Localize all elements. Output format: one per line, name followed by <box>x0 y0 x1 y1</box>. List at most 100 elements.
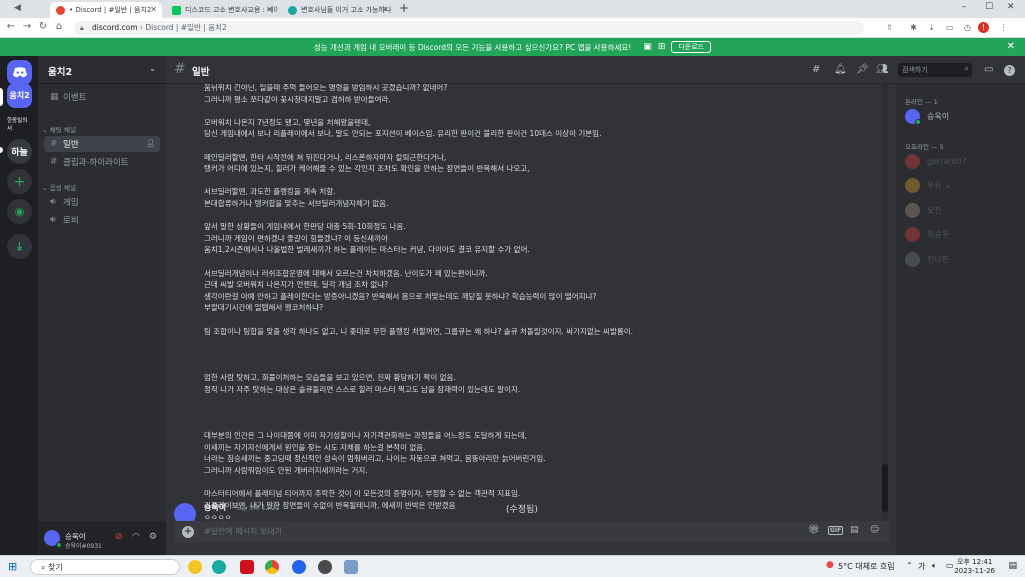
message-timestamp: 오늘 오후 12:21 <box>236 505 280 512</box>
channel-title: 일반 <box>192 67 210 78</box>
member-list-icon[interactable]: 👥︎ <box>876 64 889 75</box>
gift-icon[interactable]: 🎁︎ <box>808 525 819 535</box>
new-tab-button[interactable]: + <box>399 1 409 15</box>
member-item[interactable]: gerrard07 <box>905 152 1020 170</box>
member-item[interactable]: 우유 ☕ <box>905 177 1020 195</box>
app-icon[interactable] <box>344 560 358 574</box>
home-icon[interactable]: ⌂ <box>52 21 66 32</box>
add-server-icon: + <box>13 173 26 190</box>
windows-start-icon[interactable]: ⊞ <box>8 560 17 573</box>
message-line: 정작 니가 자주 탓하는 대상은 솔큐돌리면 스스로 힐러 마스터 찍고도 남을… <box>204 384 521 394</box>
sticker-icon[interactable]: ▤ <box>850 525 859 535</box>
inbox-icon[interactable]: ▭ <box>984 64 993 75</box>
minimize-button[interactable]: – <box>962 2 967 12</box>
back-arrow-icon[interactable]: ← <box>4 21 18 32</box>
explore-servers-icon[interactable]: ◉ <box>7 199 32 224</box>
app-icon[interactable] <box>212 560 226 574</box>
weather-text[interactable]: 5°C 대체로 흐림 <box>838 561 895 572</box>
events-item[interactable]: ▦ 이벤트 <box>44 89 160 105</box>
browser-tab-strip: • Discord | #일반 | 움치2 ✕ 디스코드 고소 변호사교용 : … <box>0 0 1025 18</box>
hash-icon: # <box>174 61 186 77</box>
member-item[interactable]: 킨나린 <box>905 250 1020 268</box>
chevron-down-icon[interactable]: ⌄ <box>149 64 156 73</box>
mic-muted-icon[interactable]: ⊘ <box>115 532 123 542</box>
tab-discord[interactable]: • Discord | #일반 | 움치2 ✕ <box>50 2 162 18</box>
voice-channel-category[interactable]: ⌄ 음성 채널 <box>42 182 76 192</box>
online-status-icon <box>915 118 921 125</box>
pin-icon[interactable]: 📌︎ <box>856 64 869 75</box>
member-item[interactable]: 승욱이 <box>905 107 1020 125</box>
search-input[interactable]: 검색하기 ⌕ <box>898 63 972 77</box>
download-apps-icon[interactable]: ⤓ <box>7 234 32 259</box>
offline-header: 오프라인 — 5 <box>905 143 944 151</box>
channel-header: # 일반 # 🔔︎ 📌︎ 👥︎ 검색하기 ⌕ ▭ ? <box>166 56 1025 84</box>
download-button[interactable]: 다운로드 <box>671 41 712 53</box>
app-icon[interactable] <box>292 560 306 574</box>
server-handongbil[interactable]: 한동빌의서 <box>7 111 32 136</box>
server-header[interactable]: 움치2 ⌄ <box>38 56 166 84</box>
headphones-icon[interactable]: ◠ <box>132 532 140 542</box>
close-tab-icon[interactable]: ✕ <box>266 5 273 14</box>
share-icon[interactable]: ⇪ <box>884 22 895 33</box>
tray-arrow-icon[interactable]: ⌃ <box>906 561 913 570</box>
volume-icon[interactable]: 🔈︎ <box>932 561 937 571</box>
forward-arrow-icon[interactable]: → <box>20 21 34 32</box>
member-item[interactable]: 요진 <box>905 201 1020 219</box>
unread-pill <box>0 147 3 153</box>
scrollbar[interactable] <box>882 84 888 521</box>
url-field[interactable]: 🔒︎ discord.com › Discord | #일반 | 움치2 <box>74 21 864 35</box>
message-composer[interactable]: + #일반에 메시지 보내기 🎁︎ GIF ▤ ☺ <box>174 521 890 543</box>
gif-button[interactable]: GIF <box>828 526 844 535</box>
attach-plus-icon[interactable]: + <box>182 526 194 538</box>
channel-general[interactable]: # 일반 👤︎ <box>44 136 160 152</box>
voice-channel-lobby[interactable]: 🔊︎ 로비 <box>44 212 160 228</box>
server-haneul[interactable]: 하늘 <box>7 139 32 164</box>
online-header: 온라인 — 1 <box>905 98 938 106</box>
close-banner-icon[interactable]: ✕ <box>1007 41 1015 52</box>
threads-icon[interactable]: # <box>812 64 820 75</box>
settings-gear-icon[interactable]: ⚙ <box>149 532 157 542</box>
scrollbar-thumb[interactable] <box>882 464 888 512</box>
tab-search-icon[interactable]: ◀ <box>14 3 21 13</box>
reload-icon[interactable]: ↻ <box>36 21 50 32</box>
message-line: 대부분의 인간은 그 나이대쯤에 이미 자기성찰이나 자기객관화하는 과정들을 … <box>204 431 527 440</box>
close-tab-icon[interactable]: ✕ <box>382 5 389 14</box>
help-icon[interactable]: ? <box>1004 65 1015 76</box>
menu-dots-icon[interactable]: ⋮ <box>998 22 1009 33</box>
network-icon[interactable]: ▭ <box>946 561 954 570</box>
emoji-icon[interactable]: ☺ <box>870 525 879 535</box>
server-umchi2[interactable]: 움치2 <box>7 83 32 108</box>
extension-icon[interactable]: ✱ <box>908 22 919 33</box>
ime-indicator[interactable]: 가 <box>918 561 925 572</box>
clock[interactable]: 오후 12:41 2023-11-26 <box>954 558 995 576</box>
kakaotalk-icon[interactable] <box>188 560 202 574</box>
channel-label: 클립과-하이라이트 <box>63 158 129 168</box>
avatar <box>905 108 921 125</box>
discord-home-icon[interactable] <box>7 60 32 85</box>
speaker-icon: 🔊︎ <box>50 215 56 225</box>
chrome-icon[interactable] <box>265 560 279 574</box>
app-icon[interactable] <box>240 560 254 574</box>
notification-icon[interactable]: ▤ <box>1008 561 1017 571</box>
clock-time: 오후 12:41 <box>957 558 993 566</box>
voice-channel-game[interactable]: 🔊︎ 게임 <box>44 194 160 210</box>
member-item[interactable]: 최승우 <box>905 226 1020 244</box>
member-name: 킨나린 <box>927 254 950 264</box>
avatar[interactable] <box>174 503 196 521</box>
notification-bell-icon[interactable]: 🔔︎ <box>834 64 847 75</box>
taskbar-search[interactable]: ⌕ 찾기 <box>30 559 180 575</box>
add-server-button[interactable]: + <box>7 169 32 194</box>
add-member-icon[interactable]: 👤︎ <box>146 139 155 147</box>
app-icon[interactable] <box>318 560 332 574</box>
maximize-button[interactable]: ☐ <box>985 2 993 12</box>
download-icon[interactable]: ⤓ <box>926 22 937 33</box>
channel-clips[interactable]: # 클립과-하이라이트 <box>44 154 160 170</box>
history-icon[interactable]: ◷ <box>962 22 973 33</box>
close-tab-icon[interactable]: ✕ <box>150 5 157 14</box>
text-channel-category[interactable]: ⌄ 채팅 채널 <box>42 124 76 134</box>
close-window-button[interactable]: ✕ <box>1007 2 1015 12</box>
tab-naver[interactable]: 디스코드 고소 변호사교용 : 네이 ✕ <box>166 2 278 18</box>
profile-icon[interactable]: ! <box>978 22 989 33</box>
sidebar-icon[interactable]: ▭ <box>944 22 955 33</box>
tab-lawyer[interactable]: 변호사님들 이거 고소 가능하나 ✕ <box>282 2 394 18</box>
